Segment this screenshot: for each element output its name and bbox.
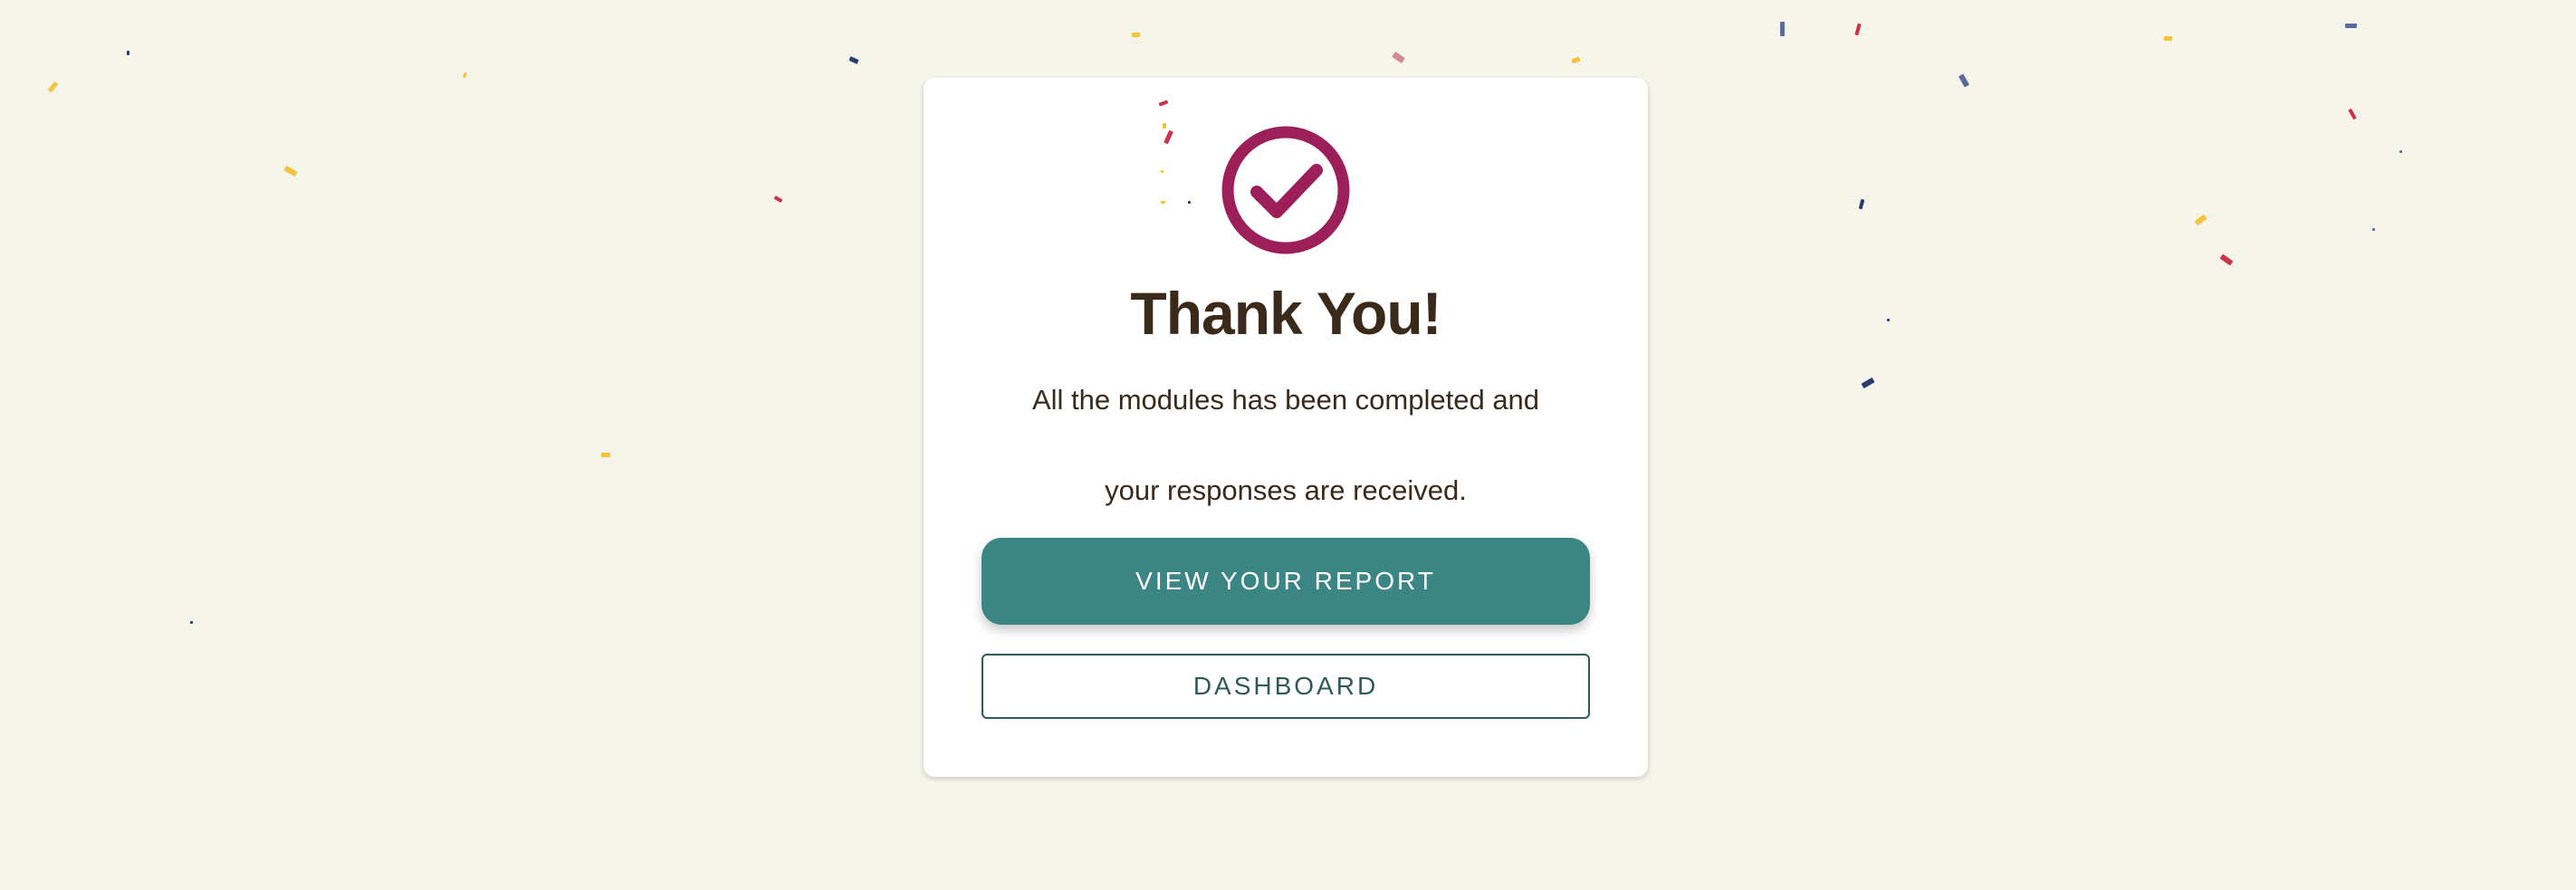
confetti-piece xyxy=(1858,198,1865,210)
confetti-piece xyxy=(1958,73,1970,88)
confetti-piece xyxy=(1161,170,1164,173)
confetti-piece xyxy=(1571,56,1581,64)
confetti-piece xyxy=(1854,23,1862,36)
confetti-piece xyxy=(2219,254,2234,266)
completion-message-line-1: All the modules has been completed and xyxy=(1031,384,1540,416)
confetti-piece xyxy=(1392,51,1405,64)
confetti-piece xyxy=(1188,201,1191,204)
confetti-piece xyxy=(2399,150,2402,153)
completion-message-line-2: your responses are received. xyxy=(1105,474,1467,506)
check-circle-icon xyxy=(1221,125,1351,255)
confetti-piece xyxy=(2348,108,2357,120)
confetti-piece xyxy=(1780,22,1785,36)
confetti-piece xyxy=(2194,214,2207,226)
confetti-piece xyxy=(601,453,610,457)
confetti-piece xyxy=(463,72,467,79)
confetti-piece xyxy=(1132,33,1140,37)
page-title: Thank You! xyxy=(1130,280,1441,347)
confetti-piece xyxy=(1887,319,1890,321)
completion-card: Thank You! All the modules has been comp… xyxy=(924,78,1648,777)
confetti-piece xyxy=(773,196,783,203)
confetti-piece xyxy=(47,81,59,93)
confetti-piece xyxy=(1158,100,1169,107)
view-report-button[interactable]: VIEW YOUR REPORT xyxy=(982,538,1590,625)
confetti-piece xyxy=(1161,201,1165,204)
confetti-piece xyxy=(2372,228,2375,231)
confetti-piece xyxy=(1861,377,1875,389)
dashboard-button[interactable]: DASHBOARD xyxy=(982,654,1590,719)
confetti-piece xyxy=(1163,123,1166,129)
page: Thank You! All the modules has been comp… xyxy=(0,0,2576,890)
confetti-piece xyxy=(1164,129,1173,145)
confetti-piece xyxy=(283,165,298,177)
confetti-piece xyxy=(848,56,859,64)
confetti-piece xyxy=(127,51,129,55)
confetti-piece xyxy=(2164,36,2172,41)
confetti-piece xyxy=(2345,24,2357,28)
confetti-piece xyxy=(190,621,193,624)
